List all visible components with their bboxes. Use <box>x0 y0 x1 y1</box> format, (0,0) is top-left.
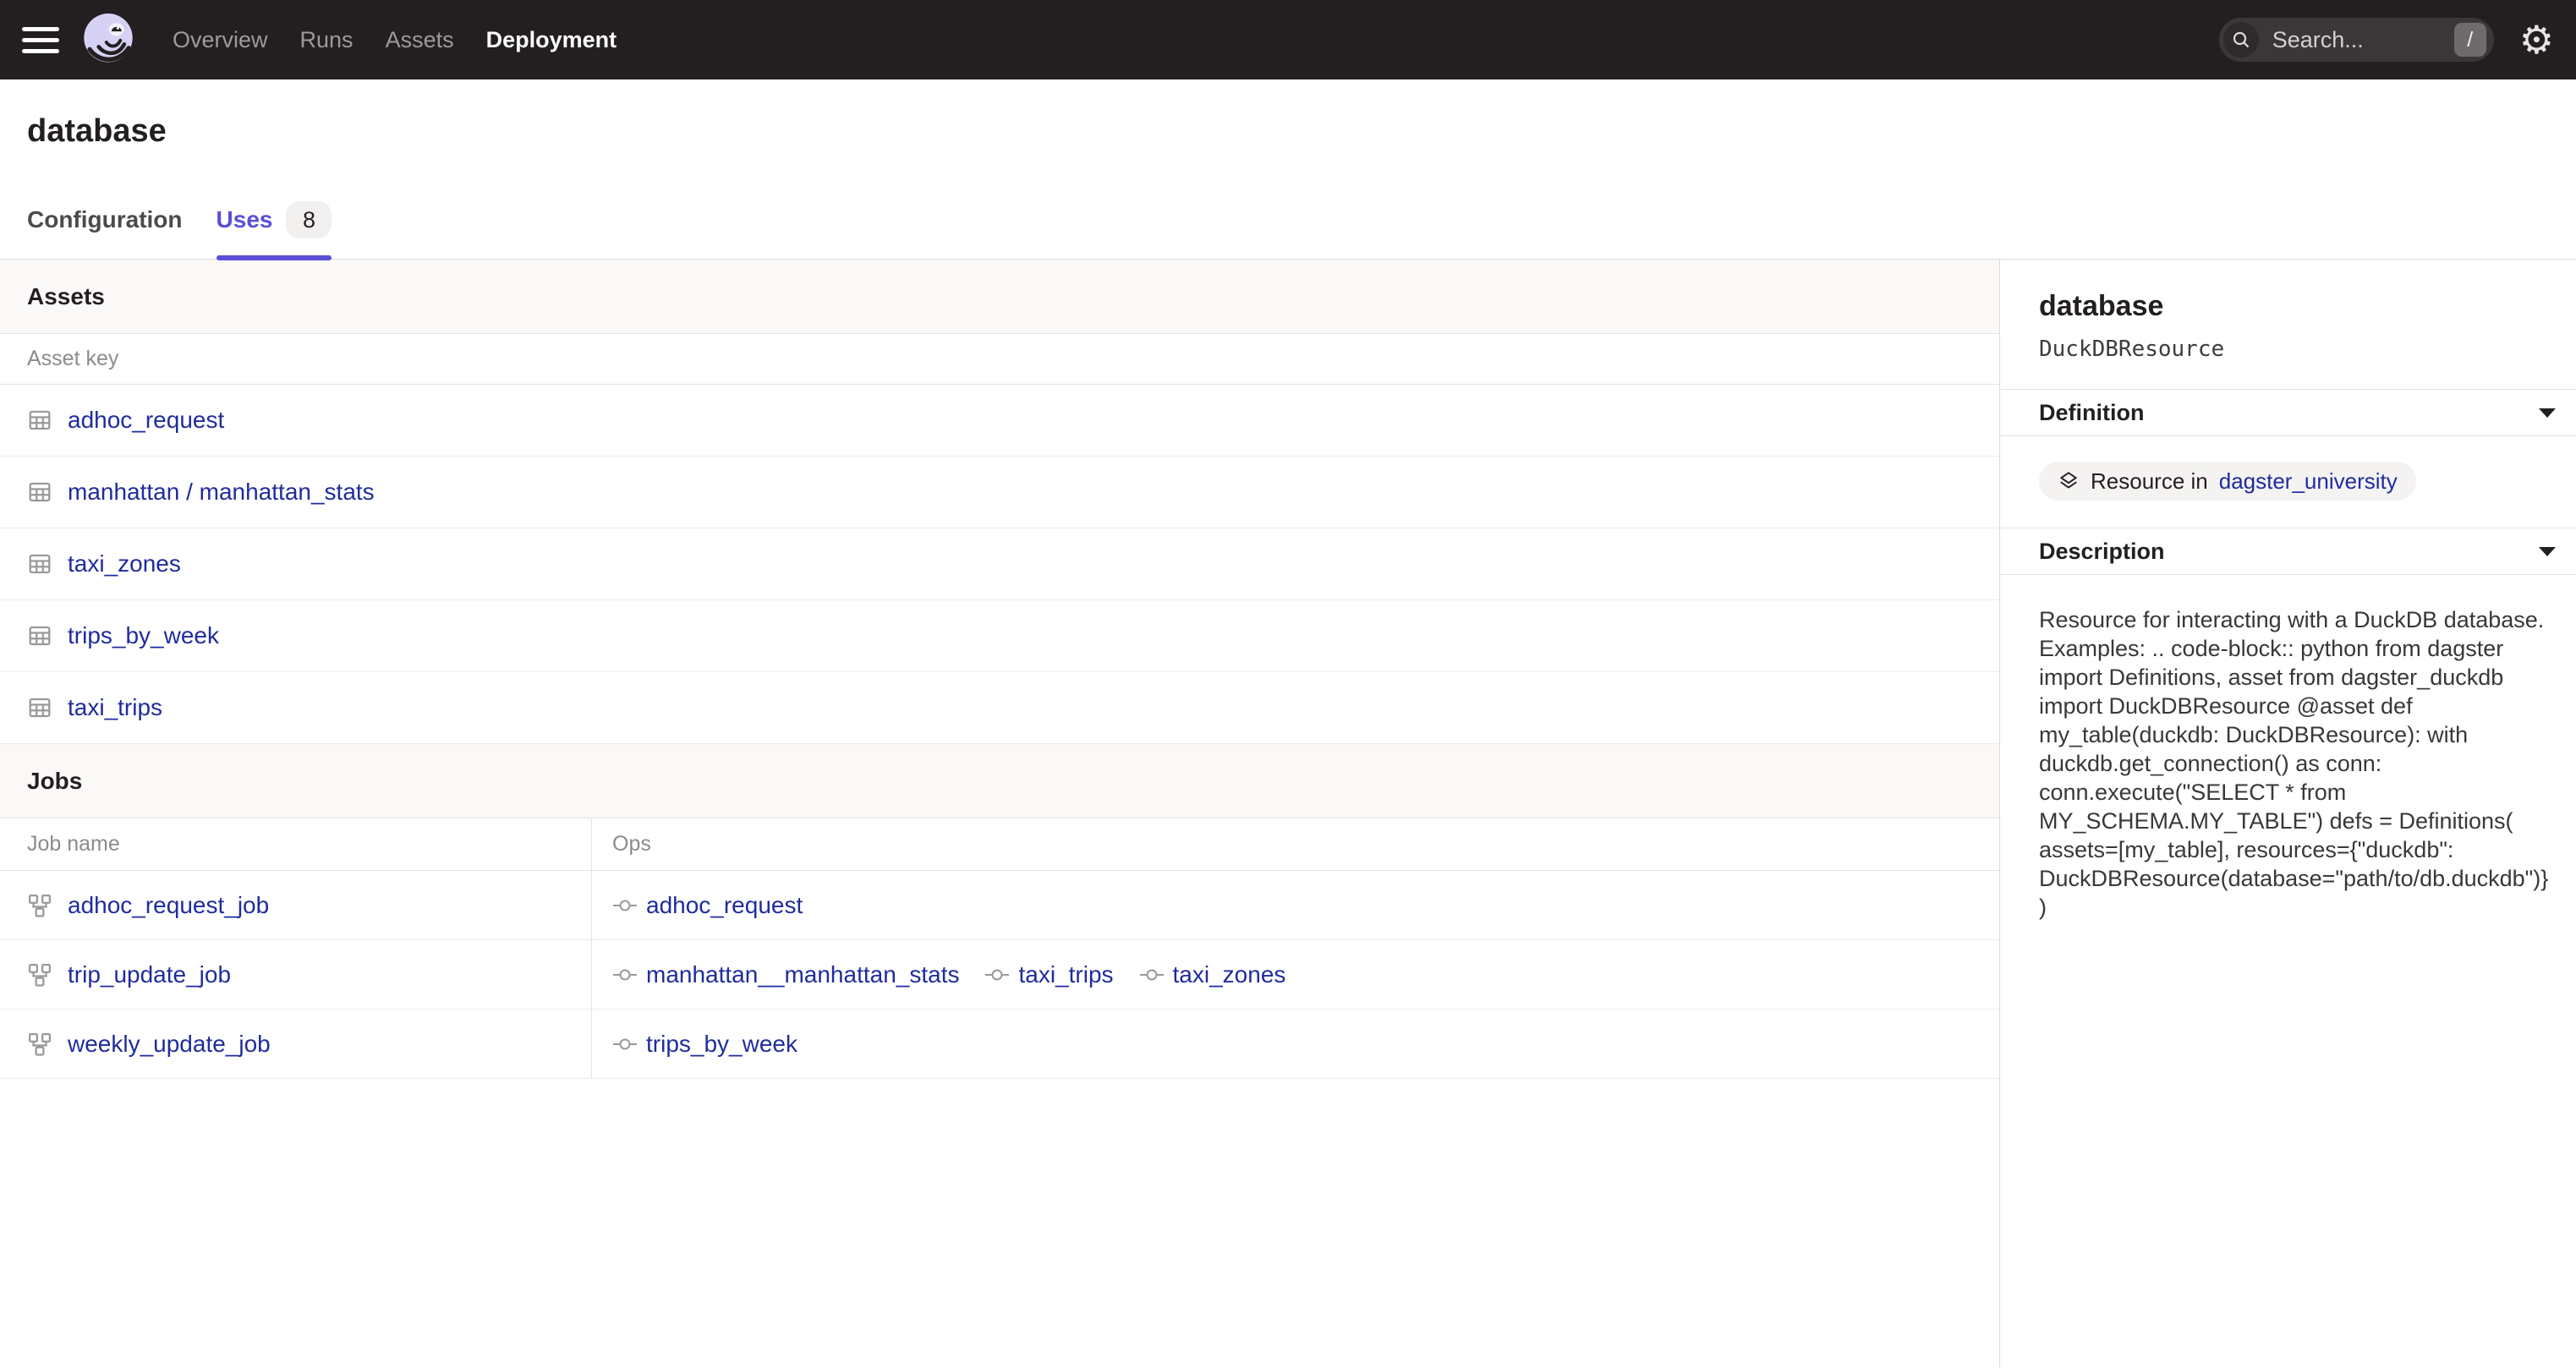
nav-item-deployment[interactable]: Deployment <box>486 27 617 53</box>
job-name-link[interactable]: weekly_update_job <box>68 1031 271 1058</box>
top-nav: Overview Runs Assets Deployment Search..… <box>0 0 2576 79</box>
op-icon <box>984 965 1010 985</box>
job-ops-cell: trips_by_week <box>592 1010 1999 1078</box>
tab-uses-label: Uses <box>216 206 273 233</box>
assets-table: adhoc_request manhattan / manhattan_stat… <box>0 385 1999 744</box>
nav-item-overview[interactable]: Overview <box>173 27 268 53</box>
asset-row: taxi_trips <box>0 672 1999 744</box>
op-link[interactable]: adhoc_request <box>646 892 803 919</box>
search-input[interactable]: Search... / <box>2219 18 2494 62</box>
job-row: weekly_update_job trips_by_week <box>0 1010 1999 1079</box>
ops-column-header: Ops <box>592 818 1999 870</box>
assets-section-header: Assets <box>0 260 1999 334</box>
description-label: Description <box>2039 539 2165 565</box>
definition-content: Resource in dagster_university <box>2000 436 2576 528</box>
search-shortcut-badge: / <box>2454 23 2486 57</box>
op-link[interactable]: trips_by_week <box>646 1031 797 1058</box>
uses-count-badge: 8 <box>286 201 332 238</box>
job-row: trip_update_job manhattan__manhattan_sta… <box>0 940 1999 1010</box>
op-icon <box>1139 965 1165 985</box>
job-name-link[interactable]: adhoc_request_job <box>68 892 269 919</box>
op-item: adhoc_request <box>612 892 803 919</box>
job-ops-cell: adhoc_request <box>592 871 1999 939</box>
definition-section-header[interactable]: Definition <box>2000 389 2576 436</box>
tab-configuration[interactable]: Configuration <box>27 201 183 259</box>
asset-row: adhoc_request <box>0 385 1999 457</box>
tab-configuration-label: Configuration <box>27 206 183 233</box>
op-icon <box>612 1034 638 1054</box>
search-icon <box>2223 22 2259 57</box>
chevron-down-icon <box>2539 547 2556 556</box>
asset-key-link[interactable]: manhattan / manhattan_stats <box>68 479 375 506</box>
menu-button[interactable] <box>22 21 61 58</box>
op-link[interactable]: manhattan__manhattan_stats <box>646 961 959 988</box>
job-row: adhoc_request_job adhoc_request <box>0 871 1999 940</box>
settings-gear-icon[interactable]: ⚙ <box>2519 20 2554 59</box>
page-title: database <box>27 113 2576 150</box>
tab-uses[interactable]: Uses 8 <box>216 201 332 259</box>
job-name-column-header: Job name <box>0 818 592 870</box>
nav-item-assets[interactable]: Assets <box>386 27 454 53</box>
job-name-cell: weekly_update_job <box>0 1010 592 1078</box>
side-panel-header: database DuckDBResource <box>2000 260 2576 389</box>
code-location-link[interactable]: dagster_university <box>2219 468 2398 495</box>
asset-key-link[interactable]: adhoc_request <box>68 407 224 434</box>
jobs-column-headers: Job name Ops <box>0 818 1999 871</box>
op-item: trips_by_week <box>612 1031 797 1058</box>
job-name-cell: adhoc_request_job <box>0 871 592 939</box>
asset-row: taxi_zones <box>0 528 1999 600</box>
op-link[interactable]: taxi_trips <box>1018 961 1113 988</box>
chevron-down-icon <box>2539 408 2556 418</box>
job-name-cell: trip_update_job <box>0 940 592 1009</box>
jobs-section-header: Jobs <box>0 744 1999 818</box>
asset-key-column-header: Asset key <box>0 334 1999 385</box>
job-ops-cell: manhattan__manhattan_stats taxi_trips ta… <box>592 940 1999 1009</box>
job-graph-icon <box>27 962 52 988</box>
op-item: taxi_zones <box>1139 961 1286 988</box>
uses-panel: Assets Asset key adhoc_request manhattan… <box>0 260 1999 1367</box>
jobs-table: adhoc_request_job adhoc_request trip_upd… <box>0 871 1999 1079</box>
job-graph-icon <box>27 1031 52 1057</box>
code-location-icon <box>2058 470 2080 492</box>
table-icon <box>27 408 52 433</box>
op-icon <box>612 965 638 985</box>
dagster-logo-icon[interactable] <box>79 11 137 68</box>
asset-key-link[interactable]: trips_by_week <box>68 622 219 649</box>
nav-item-runs[interactable]: Runs <box>300 27 354 53</box>
code-location-tag: Resource in dagster_university <box>2039 462 2416 501</box>
op-item: taxi_trips <box>984 961 1113 988</box>
table-icon <box>27 551 52 577</box>
description-text: Resource for interacting with a DuckDB d… <box>2000 575 2576 922</box>
page-header: database Configuration Uses 8 <box>0 79 2576 260</box>
tag-prefix: Resource in <box>2091 468 2208 495</box>
resource-type: DuckDBResource <box>2039 337 2551 362</box>
tab-bar: Configuration Uses 8 <box>27 201 2576 259</box>
job-graph-icon <box>27 893 52 918</box>
resource-title: database <box>2039 290 2551 323</box>
resource-side-panel: database DuckDBResource Definition Resou… <box>1999 260 2576 1367</box>
description-section-header[interactable]: Description <box>2000 528 2576 575</box>
asset-row: trips_by_week <box>0 600 1999 672</box>
asset-key-link[interactable]: taxi_trips <box>68 694 162 721</box>
asset-row: manhattan / manhattan_stats <box>0 457 1999 528</box>
op-item: manhattan__manhattan_stats <box>612 961 959 988</box>
table-icon <box>27 695 52 720</box>
definition-label: Definition <box>2039 400 2144 426</box>
asset-key-link[interactable]: taxi_zones <box>68 550 181 577</box>
op-link[interactable]: taxi_zones <box>1173 961 1286 988</box>
table-icon <box>27 479 52 505</box>
nav-items: Overview Runs Assets Deployment <box>173 27 617 53</box>
table-icon <box>27 623 52 648</box>
search-placeholder: Search... <box>2272 27 2441 53</box>
job-name-link[interactable]: trip_update_job <box>68 961 231 988</box>
op-icon <box>612 895 638 916</box>
